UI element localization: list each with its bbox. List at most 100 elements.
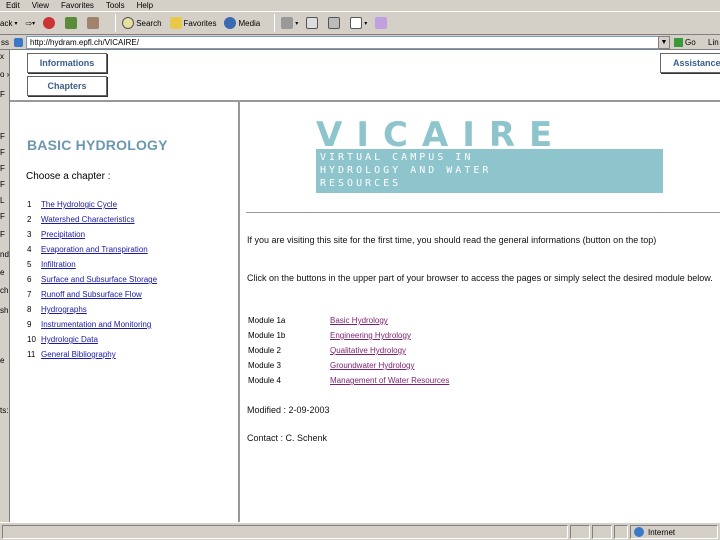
- chapter-number: 7: [27, 290, 32, 299]
- back-button[interactable]: ack ▾: [0, 19, 17, 28]
- chapter-number: 11: [27, 350, 36, 359]
- chapter-link[interactable]: Surface and Subsurface Storage: [41, 275, 157, 284]
- home-button[interactable]: [87, 17, 101, 29]
- url-field[interactable]: http://hydram.epfl.ch/VICAIRE/: [26, 36, 670, 49]
- toolbar: ack ▾ ⇨ ▾ Search Favorites Media ▾ ▾: [0, 11, 720, 35]
- discuss-icon: [375, 17, 388, 29]
- explorer-item[interactable]: F: [0, 90, 9, 99]
- menu-favorites[interactable]: Favorites: [61, 1, 94, 10]
- page-title: BASIC HYDROLOGY: [27, 137, 168, 153]
- list-item: 8 Hydrographs: [27, 305, 87, 314]
- discuss-button[interactable]: [375, 17, 389, 29]
- globe-icon: [634, 527, 644, 537]
- chapter-link[interactable]: Watershed Characteristics: [41, 215, 135, 224]
- chapter-link[interactable]: General Bibliography: [41, 350, 116, 359]
- explorer-item[interactable]: L: [0, 196, 9, 205]
- explorer-item[interactable]: e: [0, 268, 9, 277]
- chapter-link[interactable]: Infiltration: [41, 260, 76, 269]
- assistance-button[interactable]: Assistance: [660, 53, 720, 73]
- module-link[interactable]: Basic Hydrology: [330, 316, 388, 325]
- explorer-item[interactable]: F: [0, 230, 9, 239]
- chapter-link[interactable]: Runoff and Subsurface Flow: [41, 290, 142, 299]
- history-button[interactable]: ▾: [281, 17, 298, 29]
- search-label: Search: [136, 18, 162, 28]
- media-label: Media: [238, 18, 261, 28]
- menu-bar: Edit View Favorites Tools Help: [0, 0, 720, 11]
- status-bar: Internet: [0, 522, 720, 540]
- print-icon: [328, 17, 341, 29]
- module-link[interactable]: Management of Water Resources: [330, 376, 449, 385]
- favorites-label: Favorites: [183, 18, 217, 28]
- module-label: Module 4: [248, 376, 281, 385]
- chapters-button[interactable]: Chapters: [27, 76, 107, 96]
- address-label: ss: [1, 38, 9, 47]
- explorer-item[interactable]: F: [0, 212, 9, 221]
- chapter-link[interactable]: The Hydrologic Cycle: [41, 200, 117, 209]
- go-arrow-icon: [674, 38, 683, 47]
- explorer-item[interactable]: nd: [0, 250, 9, 259]
- chapter-link[interactable]: Precipitation: [41, 230, 85, 239]
- choose-chapter-label: Choose a chapter :: [26, 171, 111, 182]
- mail-icon: [306, 17, 319, 29]
- url-text: http://hydram.epfl.ch/VICAIRE/: [30, 38, 139, 47]
- informations-button[interactable]: Informations: [27, 53, 107, 73]
- explorer-item[interactable]: F: [0, 148, 9, 157]
- refresh-button[interactable]: [65, 17, 79, 29]
- menu-view[interactable]: View: [32, 1, 49, 10]
- explorer-item[interactable]: ch: [0, 286, 9, 295]
- module-link[interactable]: Groundwater Hydrology: [330, 361, 414, 370]
- chapter-link[interactable]: Instrumentation and Monitoring: [41, 320, 151, 329]
- list-item: 2 Watershed Characteristics: [27, 215, 135, 224]
- go-button[interactable]: Go: [674, 38, 696, 47]
- links-label[interactable]: Lin: [708, 38, 719, 47]
- history-icon: [281, 17, 294, 29]
- explorer-item[interactable]: F: [0, 180, 9, 189]
- content-divider: [246, 212, 720, 213]
- chevron-down-icon: ▾: [32, 20, 36, 27]
- print-button[interactable]: [328, 17, 342, 29]
- chapter-number: 3: [27, 230, 32, 239]
- explorer-item[interactable]: F: [0, 164, 9, 173]
- informations-label: Informations: [39, 58, 95, 68]
- chapter-number: 8: [27, 305, 32, 314]
- menu-help[interactable]: Help: [137, 1, 153, 10]
- menu-edit[interactable]: Edit: [6, 1, 20, 10]
- chapter-number: 9: [27, 320, 32, 329]
- explorer-item[interactable]: sh: [0, 306, 9, 315]
- module-link[interactable]: Qualitative Hydrology: [330, 346, 406, 355]
- chapter-link[interactable]: Hydrologic Data: [41, 335, 98, 344]
- page-icon: [14, 38, 23, 47]
- explorer-item[interactable]: o »: [0, 70, 9, 79]
- media-button[interactable]: Media: [224, 17, 260, 29]
- module-link[interactable]: Engineering Hydrology: [330, 331, 411, 340]
- favorites-icon: [169, 17, 182, 29]
- menu-tools[interactable]: Tools: [106, 1, 125, 10]
- go-label: Go: [685, 38, 696, 47]
- explorer-item[interactable]: ts:: [0, 406, 9, 415]
- url-dropdown-button[interactable]: ▼: [658, 36, 670, 49]
- search-button[interactable]: Search: [122, 17, 162, 29]
- chapters-label: Chapters: [47, 81, 87, 91]
- toolbar-separator: [115, 14, 117, 32]
- module-label: Module 2: [248, 346, 281, 355]
- chapter-link[interactable]: Hydrographs: [41, 305, 87, 314]
- chapter-number: 5: [27, 260, 32, 269]
- stop-button[interactable]: [43, 17, 57, 29]
- chapter-number: 6: [27, 275, 32, 284]
- logo-title: VICAIRE: [316, 115, 567, 155]
- explorer-item[interactable]: x: [0, 52, 9, 61]
- zone-cell: Internet: [630, 525, 718, 539]
- chapter-link[interactable]: Evaporation and Transpiration: [41, 245, 148, 254]
- explorer-item[interactable]: e: [0, 356, 9, 365]
- status-text-cell: [2, 525, 568, 539]
- logo-subtitle-line1: Virtual Campus in: [320, 152, 474, 163]
- favorites-button[interactable]: Favorites: [169, 17, 217, 29]
- mail-button[interactable]: [306, 17, 320, 29]
- contact-text: Contact : C. Schenk: [247, 433, 328, 443]
- logo-subtitle-line3: Resources: [320, 178, 402, 189]
- explorer-item[interactable]: F: [0, 132, 9, 141]
- chapter-number: 1: [27, 200, 32, 209]
- edit-button[interactable]: ▾: [350, 17, 367, 29]
- chapter-number: 4: [27, 245, 32, 254]
- forward-button[interactable]: ⇨ ▾: [25, 19, 35, 28]
